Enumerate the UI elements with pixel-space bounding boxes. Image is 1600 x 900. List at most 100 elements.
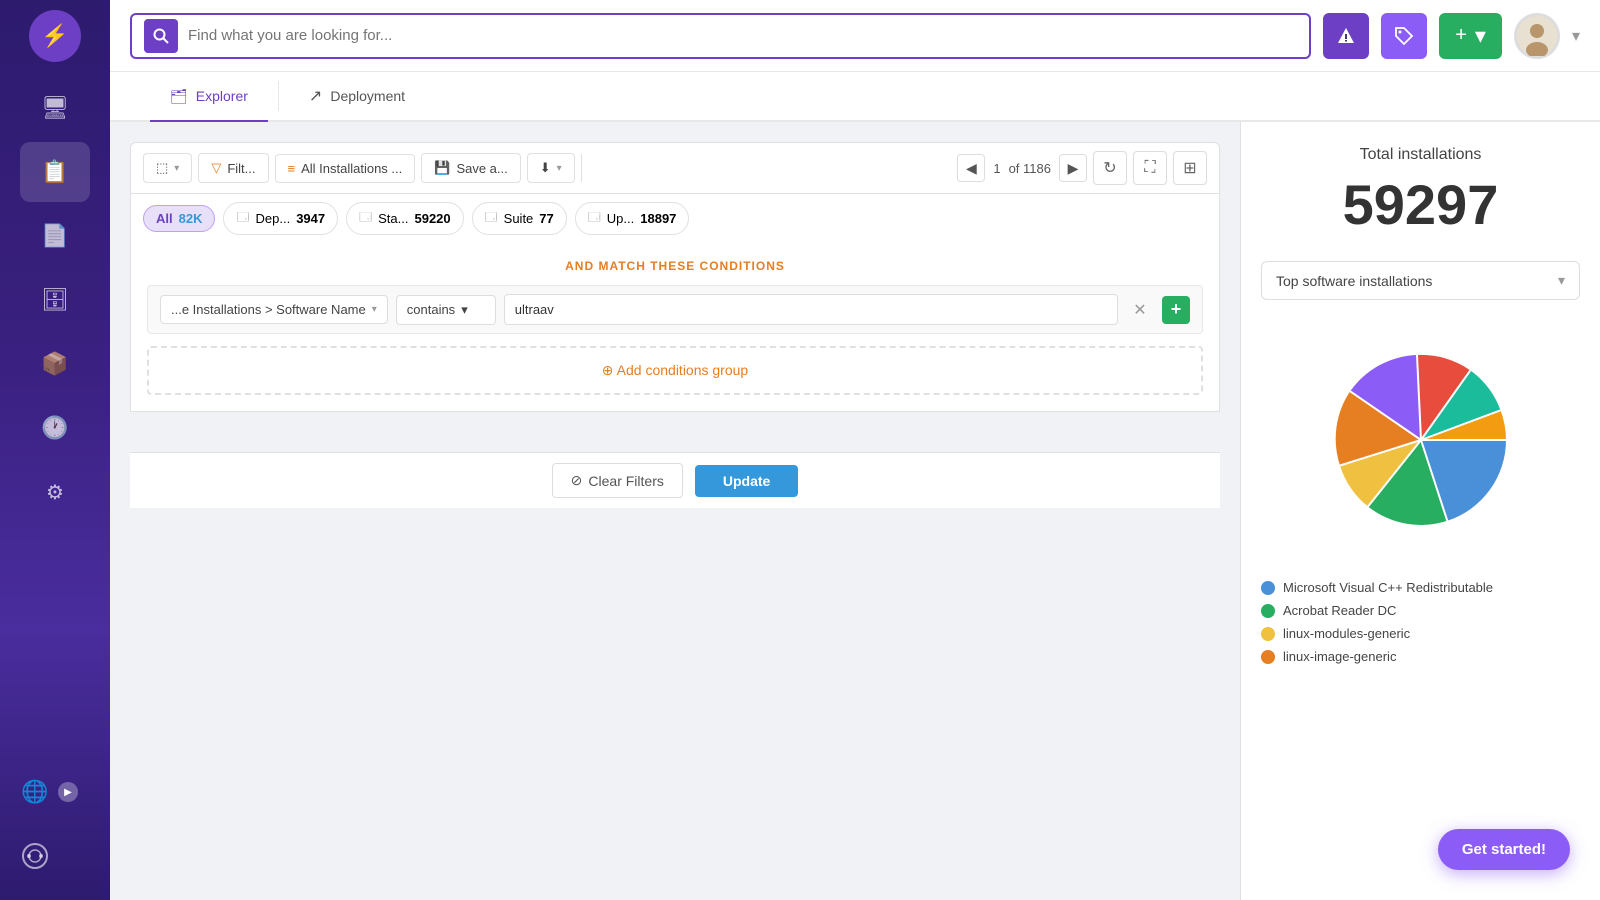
tag-sta-label: Sta... xyxy=(378,211,408,226)
condition-field-select[interactable]: ...e Installations > Software Name ▾ xyxy=(160,295,388,324)
sidebar-item-help[interactable] xyxy=(0,826,70,886)
tag-up-count: 18897 xyxy=(640,211,676,226)
get-started-label: Get started! xyxy=(1462,841,1546,858)
clear-filters-button[interactable]: ⊘ Clear Filters xyxy=(552,463,683,498)
globe-icon: 🌐 xyxy=(21,779,48,805)
settings-icon: ⚙ xyxy=(46,480,64,505)
save-button[interactable]: 💾 Save a... xyxy=(421,153,521,183)
sidebar-item-settings[interactable]: ⚙ xyxy=(20,462,90,522)
sidebar: ⚡ 🖥 📋 📄 🗄 📦 🕐 ⚙ 🌐 ▶ xyxy=(0,0,110,900)
filter-tag-dep[interactable]: 🗔 Dep... 3947 xyxy=(223,202,338,235)
explorer-icon: 🗂 xyxy=(170,88,188,105)
sidebar-item-history[interactable]: 🕐 xyxy=(20,398,90,458)
plus-icon: + xyxy=(1455,24,1467,47)
fullscreen-button[interactable]: ⛶ xyxy=(1133,151,1167,185)
tasks-icon: 📄 xyxy=(41,223,68,249)
inventory-icon: 📋 xyxy=(41,159,68,185)
add-conditions-group-button[interactable]: ⊕ Add conditions group xyxy=(147,346,1203,395)
filter-clear-icon: ⊘ xyxy=(571,472,583,489)
condition-row: ...e Installations > Software Name ▾ con… xyxy=(147,285,1203,334)
columns-button[interactable]: ⬚ ▾ xyxy=(143,153,192,183)
condition-remove-button[interactable]: ✕ xyxy=(1126,296,1154,324)
tag-suite-count: 77 xyxy=(539,211,553,226)
tag-button[interactable] xyxy=(1381,13,1427,59)
condition-add-button[interactable]: + xyxy=(1162,296,1190,324)
field-caret-icon: ▾ xyxy=(372,304,377,315)
pie-chart xyxy=(1301,320,1541,560)
nav-tabs: 🗂 Explorer ↗ Deployment xyxy=(110,72,1600,122)
add-dropdown-icon: ▾ xyxy=(1475,23,1486,49)
sidebar-item-database[interactable]: 🗄 xyxy=(20,270,90,330)
conditions-header: AND MATCH THESE CONDITIONS xyxy=(147,259,1203,273)
layers-button[interactable]: ≡ All Installations ... xyxy=(275,154,416,183)
page-total: of 1186 xyxy=(1009,161,1051,176)
legend-item-3: linux-modules-generic xyxy=(1261,626,1580,641)
update-button[interactable]: Update xyxy=(695,465,798,497)
filter-tag-up[interactable]: 🗔 Up... 18897 xyxy=(575,202,690,235)
legend-dot-1 xyxy=(1261,581,1275,595)
total-installations-label: Total installations xyxy=(1261,146,1580,164)
get-started-button[interactable]: Get started! xyxy=(1438,829,1570,870)
deployment-icon: ↗ xyxy=(309,86,322,106)
download-icon: ⬇ xyxy=(540,160,551,176)
prev-page-button[interactable]: ◀ xyxy=(957,154,985,182)
filter-tag-sta[interactable]: 🗔 Sta... 59220 xyxy=(346,202,464,235)
condition-value-input[interactable] xyxy=(504,294,1118,325)
tab-deployment[interactable]: ↗ Deployment xyxy=(289,72,425,122)
columns-dropdown-icon: ▾ xyxy=(174,163,179,174)
user-dropdown-icon[interactable]: ▾ xyxy=(1572,26,1580,46)
download-dropdown-icon: ▾ xyxy=(557,163,562,174)
monitor-icon: 🖥 xyxy=(41,95,69,121)
sidebar-item-monitor[interactable]: 🖥 xyxy=(20,78,90,138)
alert-button[interactable] xyxy=(1323,13,1369,59)
condition-operator-select[interactable]: contains ▾ xyxy=(396,295,496,325)
up-icon: 🗔 xyxy=(588,208,601,229)
sidebar-item-globe[interactable]: 🌐 ▶ xyxy=(0,762,70,822)
filter-button[interactable]: ▽ Filt... xyxy=(198,153,268,183)
sidebar-item-tasks[interactable]: 📄 xyxy=(20,206,90,266)
refresh-button[interactable]: ↻ xyxy=(1093,151,1127,185)
tag-suite-label: Suite xyxy=(504,211,534,226)
columns-icon: ⬚ xyxy=(156,160,168,176)
tag-dep-count: 3947 xyxy=(296,211,325,226)
clock-icon: 🕐 xyxy=(41,415,68,441)
sidebar-item-packages[interactable]: 📦 xyxy=(20,334,90,394)
total-installations-value: 59297 xyxy=(1261,172,1580,237)
download-button[interactable]: ⬇ ▾ xyxy=(527,153,575,183)
legend-item-1: Microsoft Visual C++ Redistributable xyxy=(1261,580,1580,595)
grid-view-button[interactable]: ⊞ xyxy=(1173,151,1207,185)
toolbar-separator xyxy=(581,154,582,182)
legend-dot-3 xyxy=(1261,627,1275,641)
expand-icon: ▶ xyxy=(58,782,78,802)
logo-icon: ⚡ xyxy=(41,23,68,49)
sidebar-logo[interactable]: ⚡ xyxy=(29,10,81,62)
next-page-button[interactable]: ▶ xyxy=(1059,154,1087,182)
sidebar-item-inventory[interactable]: 📋 xyxy=(20,142,90,202)
chart-type-label: Top software installations xyxy=(1276,273,1432,289)
add-button[interactable]: + ▾ xyxy=(1439,13,1502,59)
packages-icon: 📦 xyxy=(41,351,68,377)
filter-icon: ▽ xyxy=(211,160,221,176)
left-panel: ⬚ ▾ ▽ Filt... ≡ All Installations ... 💾 … xyxy=(110,122,1240,900)
legend-label-3: linux-modules-generic xyxy=(1283,626,1410,641)
legend-label-2: Acrobat Reader DC xyxy=(1283,603,1396,618)
user-avatar[interactable] xyxy=(1514,13,1560,59)
legend-item-4: linux-image-generic xyxy=(1261,649,1580,664)
conditions-area: AND MATCH THESE CONDITIONS ...e Installa… xyxy=(130,243,1220,412)
legend-label-1: Microsoft Visual C++ Redistributable xyxy=(1283,580,1493,595)
chart-legend: Microsoft Visual C++ Redistributable Acr… xyxy=(1261,580,1580,692)
tag-all-count: 82K xyxy=(179,211,203,226)
filter-tags: All 82K 🗔 Dep... 3947 🗔 Sta... 59220 🗔 S… xyxy=(130,194,1220,243)
layers-icon: ≡ xyxy=(288,161,296,176)
filter-tag-suite[interactable]: 🗔 Suite 77 xyxy=(472,202,567,235)
tab-explorer[interactable]: 🗂 Explorer xyxy=(150,72,268,122)
tab-deployment-label: Deployment xyxy=(330,88,405,104)
filter-tag-all[interactable]: All 82K xyxy=(143,205,215,232)
clear-filters-label: Clear Filters xyxy=(588,473,663,489)
topbar: + ▾ ▾ xyxy=(110,0,1600,72)
tab-explorer-label: Explorer xyxy=(196,88,248,104)
add-group-label: Add conditions group xyxy=(617,362,749,378)
search-input[interactable] xyxy=(188,27,1297,44)
chart-type-dropdown[interactable]: Top software installations ▾ xyxy=(1261,261,1580,300)
suite-icon: 🗔 xyxy=(485,208,498,229)
